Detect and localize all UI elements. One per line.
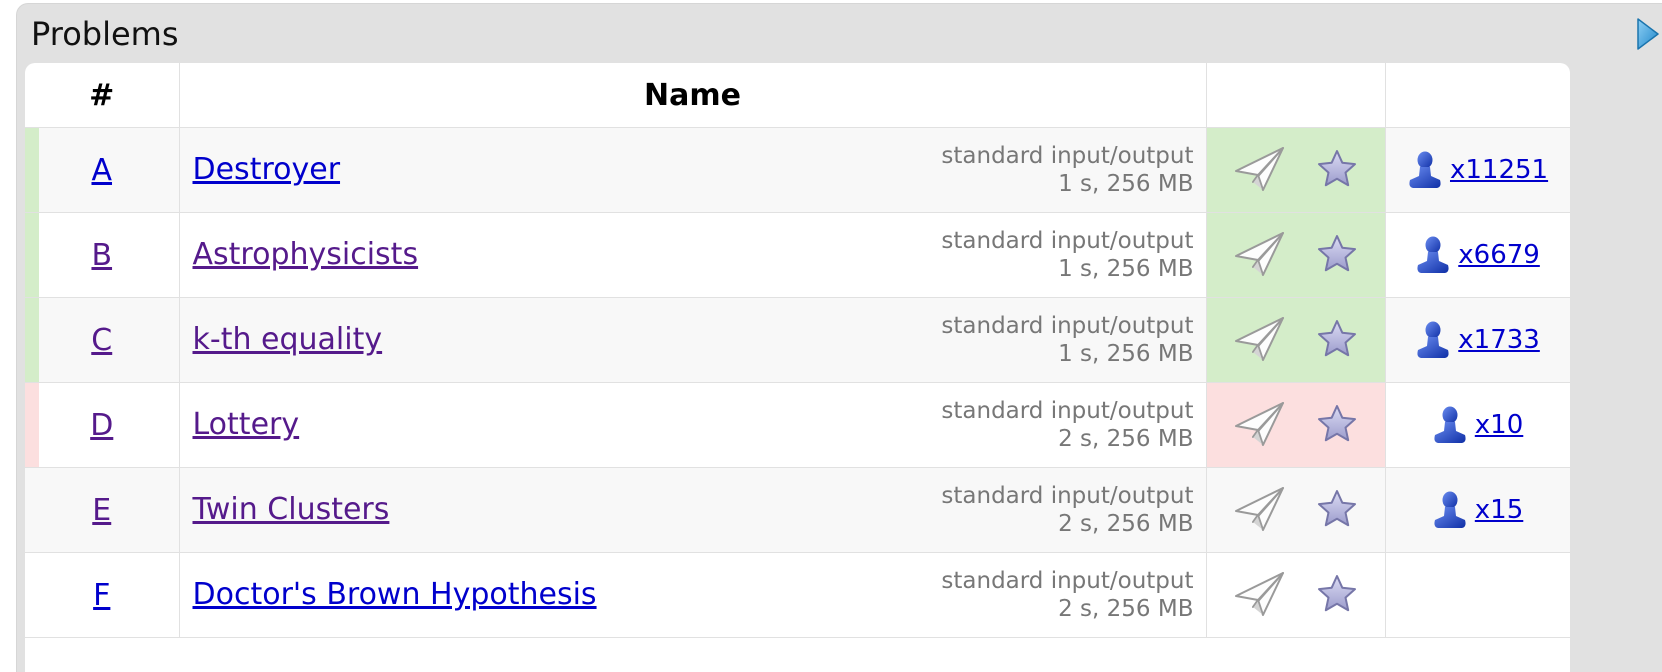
- solved-count-cell: [1385, 552, 1570, 638]
- problem-index-cell: E: [25, 467, 180, 553]
- status-marker: [25, 383, 39, 467]
- problem-actions-cell: [1206, 467, 1386, 553]
- table-row: C k-th equality standard input/output 1 …: [25, 297, 1570, 383]
- problem-name-link[interactable]: Twin Clusters: [193, 492, 390, 527]
- panel-title: Problems: [31, 15, 179, 53]
- user-icon: [1415, 320, 1451, 360]
- play-arrow-icon[interactable]: [1632, 17, 1662, 51]
- status-marker: [25, 298, 39, 382]
- table-row: D Lottery standard input/output 2 s, 256…: [25, 382, 1570, 468]
- problem-name-cell: k-th equality standard input/output 1 s,…: [179, 297, 1207, 383]
- problem-index-cell: F: [25, 552, 180, 638]
- solved-count-link[interactable]: x10: [1475, 410, 1523, 440]
- solved-count-link[interactable]: x15: [1475, 495, 1523, 525]
- io-type: standard input/output: [941, 143, 1194, 169]
- solved-count-cell: x1733: [1385, 297, 1570, 383]
- submit-paper-plane-icon[interactable]: [1233, 399, 1287, 449]
- table-row: A Destroyer standard input/output 1 s, 2…: [25, 127, 1570, 213]
- problem-name-link[interactable]: Astrophysicists: [193, 237, 419, 272]
- time-memory-limits: 2 s, 256 MB: [1058, 426, 1194, 452]
- time-memory-limits: 2 s, 256 MB: [1058, 596, 1194, 622]
- time-memory-limits: 1 s, 256 MB: [1058, 171, 1194, 197]
- problem-index-link[interactable]: B: [91, 238, 112, 273]
- io-type: standard input/output: [941, 398, 1194, 424]
- time-memory-limits: 2 s, 256 MB: [1058, 511, 1194, 537]
- problem-actions-cell: [1206, 552, 1386, 638]
- problem-limits: standard input/output 1 s, 256 MB: [941, 142, 1193, 198]
- table-header-row: # Name: [25, 63, 1570, 128]
- io-type: standard input/output: [941, 483, 1194, 509]
- column-header-solved: [1385, 63, 1570, 128]
- problems-table: # Name A Destroyer standard input/output…: [25, 63, 1570, 638]
- problem-index-cell: A: [25, 127, 180, 213]
- solved-count-cell: x10: [1385, 382, 1570, 468]
- problems-table-card: # Name A Destroyer standard input/output…: [25, 63, 1570, 672]
- submit-paper-plane-icon[interactable]: [1233, 484, 1287, 534]
- problem-index-cell: C: [25, 297, 180, 383]
- status-marker: [25, 128, 39, 212]
- problem-actions-cell: [1206, 382, 1386, 468]
- column-header-index: #: [25, 63, 180, 128]
- favorite-star-icon[interactable]: [1316, 404, 1358, 444]
- solved-count-cell: x15: [1385, 467, 1570, 553]
- problem-limits: standard input/output 2 s, 256 MB: [941, 482, 1193, 538]
- favorite-star-icon[interactable]: [1316, 234, 1358, 274]
- problem-name-cell: Astrophysicists standard input/output 1 …: [179, 212, 1207, 298]
- user-icon: [1432, 490, 1468, 530]
- column-header-actions: [1206, 63, 1386, 128]
- problem-index-cell: D: [25, 382, 180, 468]
- solved-count-cell: x6679: [1385, 212, 1570, 298]
- status-marker: [25, 213, 39, 297]
- favorite-star-icon[interactable]: [1316, 149, 1358, 189]
- problem-name-link[interactable]: Lottery: [193, 407, 300, 442]
- solved-count-link[interactable]: x1733: [1458, 325, 1540, 355]
- io-type: standard input/output: [941, 313, 1194, 339]
- table-row: B Astrophysicists standard input/output …: [25, 212, 1570, 298]
- problem-limits: standard input/output 1 s, 256 MB: [941, 227, 1193, 283]
- io-type: standard input/output: [941, 568, 1194, 594]
- user-icon: [1407, 150, 1443, 190]
- problem-limits: standard input/output 2 s, 256 MB: [941, 567, 1193, 623]
- favorite-star-icon[interactable]: [1316, 319, 1358, 359]
- table-row: F Doctor's Brown Hypothesis standard inp…: [25, 552, 1570, 638]
- solved-count-cell: x11251: [1385, 127, 1570, 213]
- problem-limits: standard input/output 2 s, 256 MB: [941, 397, 1193, 453]
- problem-name-link[interactable]: Destroyer: [193, 152, 341, 187]
- problems-panel: Problems # Name A Destroyer standard inp…: [16, 3, 1662, 672]
- problem-actions-cell: [1206, 212, 1386, 298]
- problem-index-link[interactable]: F: [93, 578, 110, 613]
- favorite-star-icon[interactable]: [1316, 574, 1358, 614]
- problem-name-link[interactable]: k-th equality: [193, 322, 383, 357]
- column-header-name: Name: [179, 63, 1207, 128]
- problem-index-link[interactable]: D: [90, 408, 113, 443]
- solved-count-link[interactable]: x11251: [1450, 155, 1548, 185]
- submit-paper-plane-icon[interactable]: [1233, 569, 1287, 619]
- time-memory-limits: 1 s, 256 MB: [1058, 341, 1194, 367]
- problem-actions-cell: [1206, 297, 1386, 383]
- problem-name-cell: Twin Clusters standard input/output 2 s,…: [179, 467, 1207, 553]
- favorite-star-icon[interactable]: [1316, 489, 1358, 529]
- problem-index-link[interactable]: C: [91, 323, 112, 358]
- submit-paper-plane-icon[interactable]: [1233, 144, 1287, 194]
- status-marker: [25, 468, 39, 552]
- io-type: standard input/output: [941, 228, 1194, 254]
- status-marker: [25, 553, 39, 637]
- problem-name-cell: Destroyer standard input/output 1 s, 256…: [179, 127, 1207, 213]
- problem-index-cell: B: [25, 212, 180, 298]
- problem-name-cell: Lottery standard input/output 2 s, 256 M…: [179, 382, 1207, 468]
- problem-index-link[interactable]: A: [91, 153, 112, 188]
- table-row: E Twin Clusters standard input/output 2 …: [25, 467, 1570, 553]
- submit-paper-plane-icon[interactable]: [1233, 314, 1287, 364]
- problem-name-cell: Doctor's Brown Hypothesis standard input…: [179, 552, 1207, 638]
- problem-actions-cell: [1206, 127, 1386, 213]
- problem-name-link[interactable]: Doctor's Brown Hypothesis: [193, 577, 597, 612]
- user-icon: [1432, 405, 1468, 445]
- problem-index-link[interactable]: E: [92, 493, 111, 528]
- user-icon: [1415, 235, 1451, 275]
- problem-limits: standard input/output 1 s, 256 MB: [941, 312, 1193, 368]
- submit-paper-plane-icon[interactable]: [1233, 229, 1287, 279]
- solved-count-link[interactable]: x6679: [1458, 240, 1540, 270]
- time-memory-limits: 1 s, 256 MB: [1058, 256, 1194, 282]
